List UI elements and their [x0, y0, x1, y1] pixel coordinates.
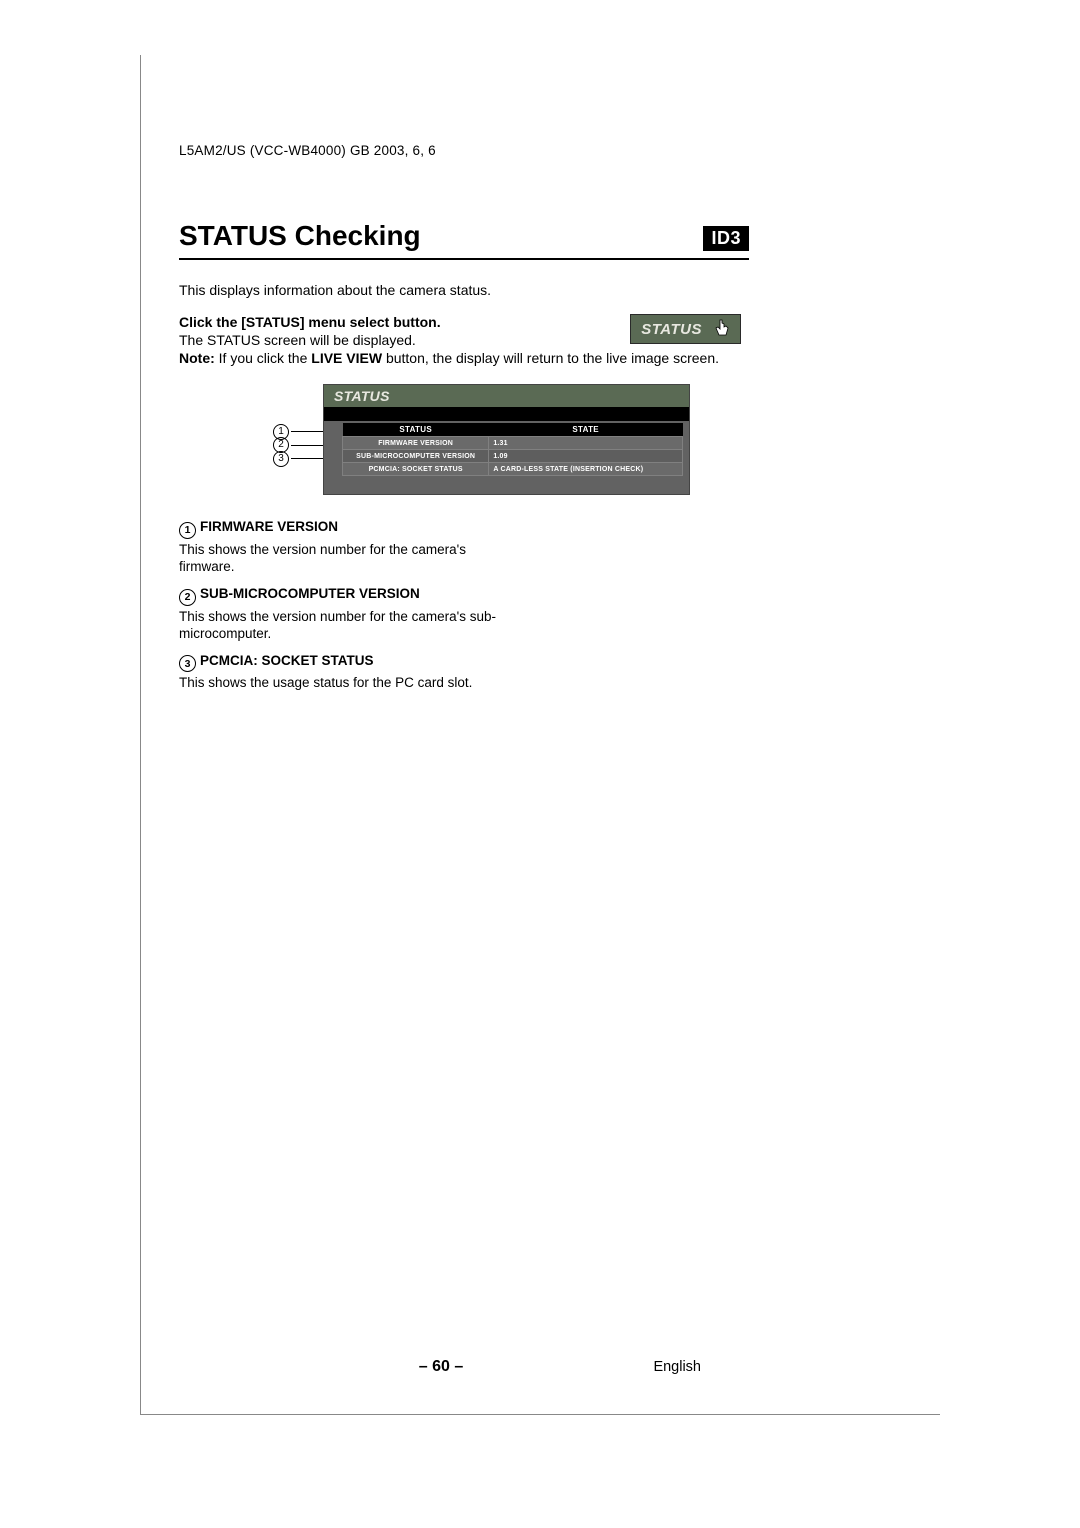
note-liveview: LIVE VIEW	[311, 350, 382, 366]
step-result: The STATUS screen will be displayed.	[179, 332, 579, 348]
hand-cursor-icon	[712, 318, 732, 340]
def-heading: PCMCIA: SOCKET STATUS	[200, 653, 374, 668]
row-label: PCMCIA: SOCKET STATUS	[343, 463, 489, 476]
def-item-2: 2 SUB-MICROCOMPUTER VERSION This shows th…	[179, 586, 509, 643]
def-num: 1	[179, 522, 196, 539]
title-row: STATUS Checking ID3	[179, 220, 749, 256]
doc-header: L5AM2/US (VCC-WB4000) GB 2003, 6, 6	[179, 143, 940, 158]
intro-text: This displays information about the came…	[179, 282, 940, 298]
title-underline	[179, 258, 749, 260]
def-body: This shows the version number for the ca…	[179, 608, 509, 643]
def-body: This shows the usage status for the PC c…	[179, 674, 509, 692]
def-title: 3 PCMCIA: SOCKET STATUS	[179, 653, 509, 673]
def-body: This shows the version number for the ca…	[179, 541, 509, 576]
manual-page: L5AM2/US (VCC-WB4000) GB 2003, 6, 6 STAT…	[140, 55, 940, 1415]
definitions: 1 FIRMWARE VERSION This shows the version…	[179, 519, 509, 692]
id-badge: ID3	[703, 226, 749, 251]
status-table: STATUS STATE FIRMWARE VERSION 1.31 SUB-M…	[342, 423, 683, 476]
def-heading: FIRMWARE VERSION	[200, 519, 338, 534]
def-title: 1 FIRMWARE VERSION	[179, 519, 509, 539]
callout-line	[291, 445, 323, 446]
callout-line	[291, 458, 323, 459]
callouts: 1 2 3	[273, 425, 323, 495]
def-item-3: 3 PCMCIA: SOCKET STATUS This shows the us…	[179, 653, 509, 692]
table-header-row: STATUS STATE	[343, 423, 683, 437]
step-text: Click the [STATUS] menu select button. T…	[179, 314, 579, 348]
table-row: SUB-MICROCOMPUTER VERSION 1.09	[343, 450, 683, 463]
step-instruction: Click the [STATUS] menu select button.	[179, 314, 579, 330]
callout-line	[291, 431, 323, 432]
language-label: English	[653, 1359, 701, 1375]
row-label: SUB-MICROCOMPUTER VERSION	[343, 450, 489, 463]
row-value: A CARD-LESS STATE (INSERTION CHECK)	[489, 463, 683, 476]
def-num: 3	[179, 655, 196, 672]
page-footer: – 60 – English	[141, 1358, 741, 1376]
status-inner: STATUS STATE FIRMWARE VERSION 1.31 SUB-M…	[324, 421, 689, 494]
row-label: FIRMWARE VERSION	[343, 437, 489, 450]
note-prefix: Note:	[179, 350, 215, 366]
row-value: 1.09	[489, 450, 683, 463]
table-row: FIRMWARE VERSION 1.31	[343, 437, 683, 450]
row-value: 1.31	[489, 437, 683, 450]
def-num: 2	[179, 589, 196, 606]
table-row: PCMCIA: SOCKET STATUS A CARD-LESS STATE …	[343, 463, 683, 476]
status-menu-button[interactable]: STATUS	[630, 314, 741, 344]
note-text-2: button, the display will return to the l…	[382, 350, 719, 366]
status-panel: STATUS STATUS STATE FIRMWARE VERSION 1.3…	[323, 384, 690, 495]
page-number: – 60 –	[419, 1358, 463, 1376]
note-line: Note: If you click the LIVE VIEW button,…	[179, 350, 769, 366]
callout-2: 2	[273, 439, 323, 453]
status-screenshot: 1 2 3 STATUS STATUS STATE	[273, 384, 940, 495]
note-text-1: If you click the	[215, 350, 311, 366]
status-button-label: STATUS	[641, 321, 702, 338]
col-status: STATUS	[343, 423, 489, 437]
step-row: Click the [STATUS] menu select button. T…	[179, 314, 741, 348]
col-state: STATE	[489, 423, 683, 437]
page-title: STATUS Checking	[179, 220, 421, 256]
status-panel-title: STATUS	[324, 385, 689, 407]
def-heading: SUB-MICROCOMPUTER VERSION	[200, 586, 420, 601]
callout-num-3: 3	[273, 451, 289, 467]
panel-black-bar	[324, 407, 689, 421]
def-item-1: 1 FIRMWARE VERSION This shows the version…	[179, 519, 509, 576]
def-title: 2 SUB-MICROCOMPUTER VERSION	[179, 586, 509, 606]
callout-3: 3	[273, 452, 323, 466]
